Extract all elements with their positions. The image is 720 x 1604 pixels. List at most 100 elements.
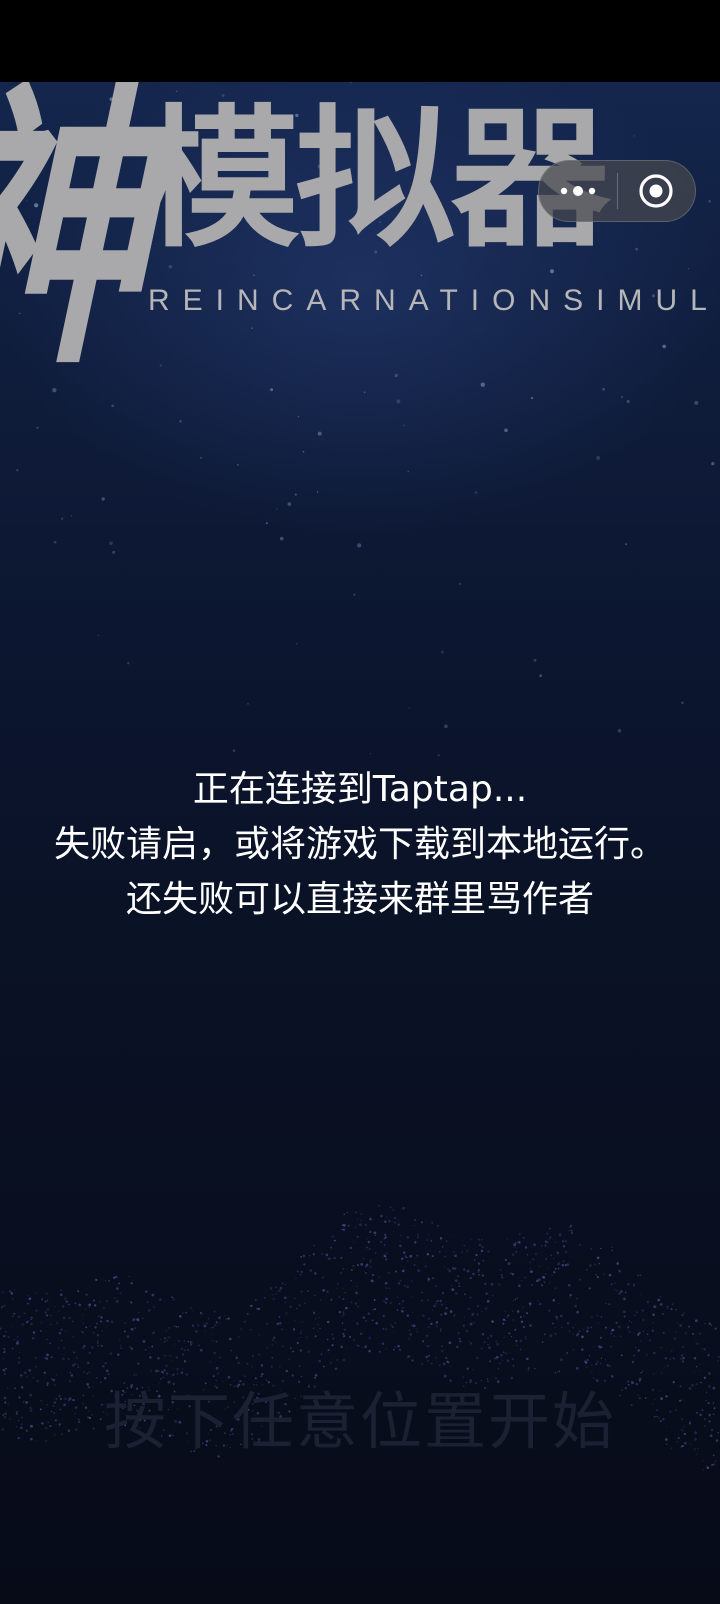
- particle: [416, 1328, 418, 1330]
- particle: [434, 1302, 437, 1305]
- particle: [459, 1340, 462, 1343]
- particle: [394, 1222, 396, 1224]
- particle: [346, 1211, 348, 1214]
- particle: [77, 1290, 80, 1293]
- particle: [68, 1316, 71, 1320]
- particle: [88, 1325, 90, 1328]
- message-line-2: 失败请启，或将游戏下载到本地运行。: [53, 824, 666, 865]
- particle: [694, 1319, 698, 1323]
- star: [287, 502, 292, 506]
- particle: [360, 1220, 362, 1222]
- particle: [652, 1313, 655, 1317]
- particle: [496, 1355, 499, 1359]
- particle: [503, 1336, 505, 1338]
- particle: [511, 1272, 515, 1276]
- particle: [295, 1277, 297, 1280]
- particle: [413, 1264, 416, 1266]
- particle: [68, 1303, 70, 1306]
- particle: [172, 1298, 176, 1301]
- particle: [639, 1274, 642, 1277]
- particle: [341, 1322, 344, 1324]
- particle: [88, 1351, 91, 1354]
- particle: [541, 1341, 544, 1343]
- particle: [711, 1464, 714, 1466]
- particle: [74, 1302, 77, 1304]
- particle: [551, 1274, 553, 1276]
- particle: [477, 1271, 480, 1273]
- particle: [570, 1229, 573, 1232]
- particle: [401, 1309, 404, 1313]
- particle: [469, 1342, 473, 1345]
- particle: [544, 1273, 547, 1275]
- particle: [322, 1276, 324, 1279]
- particle: [63, 1354, 65, 1356]
- particle: [352, 1265, 355, 1267]
- particle: [369, 1230, 372, 1234]
- particle: [170, 1375, 172, 1377]
- particle: [605, 1303, 607, 1305]
- particle: [576, 1311, 579, 1314]
- particle: [349, 1335, 351, 1338]
- particle: [217, 1372, 219, 1375]
- start-prompt[interactable]: 按下任意位置开始: [0, 1382, 720, 1462]
- particle: [281, 1328, 283, 1331]
- particle: [166, 1372, 169, 1375]
- particle: [589, 1264, 592, 1267]
- particle: [151, 1345, 154, 1348]
- star: [101, 497, 105, 501]
- particle: [46, 1338, 48, 1340]
- particle: [435, 1357, 437, 1359]
- particle: [439, 1299, 442, 1303]
- game-canvas[interactable]: 神 模拟器 REINCARNATIONSIMULATO 正在连接到T: [0, 82, 720, 1604]
- particle: [209, 1361, 211, 1363]
- particle: [581, 1335, 584, 1339]
- particle: [81, 1331, 84, 1334]
- particle: [385, 1328, 388, 1331]
- close-button[interactable]: [618, 161, 696, 221]
- particle: [342, 1228, 346, 1231]
- particle: [461, 1251, 463, 1253]
- more-button[interactable]: [539, 161, 617, 221]
- particle: [258, 1334, 261, 1336]
- particle: [108, 1279, 111, 1282]
- particle: [515, 1344, 518, 1347]
- particle: [672, 1357, 675, 1360]
- particle: [595, 1362, 598, 1366]
- particle: [28, 1369, 32, 1372]
- particle: [444, 1312, 447, 1315]
- particle: [189, 1341, 192, 1343]
- particle: [388, 1287, 390, 1290]
- particle: [196, 1323, 200, 1327]
- particle: [547, 1241, 549, 1244]
- particle: [374, 1308, 377, 1311]
- particle: [194, 1330, 198, 1333]
- particle: [336, 1287, 338, 1289]
- particle: [473, 1259, 476, 1261]
- particle: [130, 1282, 133, 1285]
- particle: [453, 1251, 455, 1253]
- particle: [411, 1280, 413, 1282]
- particle: [575, 1367, 579, 1370]
- particle: [402, 1300, 404, 1302]
- particle: [600, 1315, 603, 1318]
- particle: [298, 1304, 301, 1307]
- particle: [382, 1327, 385, 1330]
- particle: [588, 1354, 591, 1357]
- particle: [591, 1364, 593, 1366]
- particle: [101, 1330, 104, 1332]
- particle: [586, 1358, 589, 1362]
- particle: [233, 1379, 235, 1381]
- particle: [560, 1315, 563, 1318]
- particle: [593, 1377, 595, 1379]
- particle: [444, 1255, 446, 1258]
- particle: [134, 1318, 136, 1320]
- particle: [394, 1346, 397, 1348]
- particle: [562, 1260, 565, 1262]
- particle: [454, 1254, 457, 1258]
- particle: [610, 1345, 612, 1348]
- particle: [427, 1234, 429, 1236]
- particle: [356, 1218, 359, 1221]
- particle: [11, 1347, 14, 1350]
- particle: [411, 1324, 414, 1327]
- particle: [294, 1297, 296, 1300]
